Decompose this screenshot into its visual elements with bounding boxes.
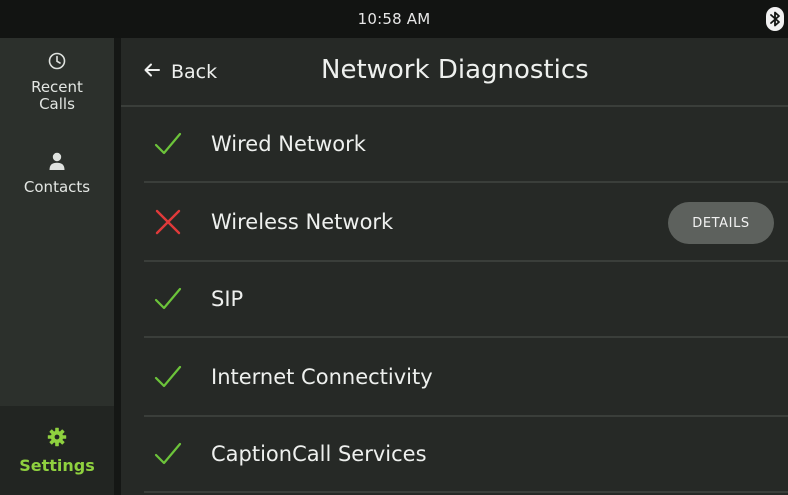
check-icon: [149, 358, 187, 396]
diagnostic-row-internet-connectivity: Internet Connectivity: [144, 339, 788, 417]
sidebar-divider: [114, 38, 121, 495]
sidebar-item-contacts[interactable]: Contacts: [0, 151, 114, 196]
arrow-left-icon: [143, 61, 161, 83]
clock-time: 10:58 AM: [357, 10, 431, 28]
sidebar-nav: Recent Calls Contacts Settings: [0, 38, 114, 495]
sidebar-item-label: Settings: [19, 456, 95, 475]
page-header: Back Network Diagnostics: [121, 38, 788, 107]
gear-icon: [47, 427, 67, 451]
sidebar-item-label: Recent Calls: [31, 78, 83, 113]
status-bar: 10:58 AM: [0, 0, 788, 38]
diagnostic-label: Internet Connectivity: [211, 365, 433, 389]
details-button[interactable]: DETAILS: [668, 202, 774, 244]
sidebar-item-recent-calls[interactable]: Recent Calls: [0, 52, 114, 113]
sidebar-item-label: Contacts: [23, 178, 91, 196]
check-icon: [149, 435, 187, 473]
diagnostic-row-wireless-network: Wireless Network DETAILS: [144, 184, 788, 262]
clock-icon: [48, 52, 66, 74]
diagnostic-label: Wired Network: [211, 132, 366, 156]
back-button[interactable]: Back: [143, 58, 217, 86]
check-icon: [149, 125, 187, 163]
diagnostic-row-captioncall-services: CaptionCall Services: [144, 417, 788, 493]
diagnostic-label: Wireless Network: [211, 210, 394, 234]
x-icon: [149, 203, 187, 241]
check-icon: [149, 280, 187, 318]
back-label: Back: [171, 61, 218, 83]
diagnostic-label: CaptionCall Services: [211, 442, 427, 466]
sidebar-item-settings[interactable]: Settings: [0, 406, 114, 495]
person-icon: [48, 151, 66, 175]
diagnostic-label: SIP: [211, 287, 244, 311]
diagnostic-row-wired-network: Wired Network: [144, 107, 788, 183]
bluetooth-icon: [766, 7, 784, 31]
main-panel: Back Network Diagnostics Wired Network W…: [121, 38, 788, 495]
diagnostic-row-sip: SIP: [144, 262, 788, 338]
page-title: Network Diagnostics: [321, 55, 589, 85]
